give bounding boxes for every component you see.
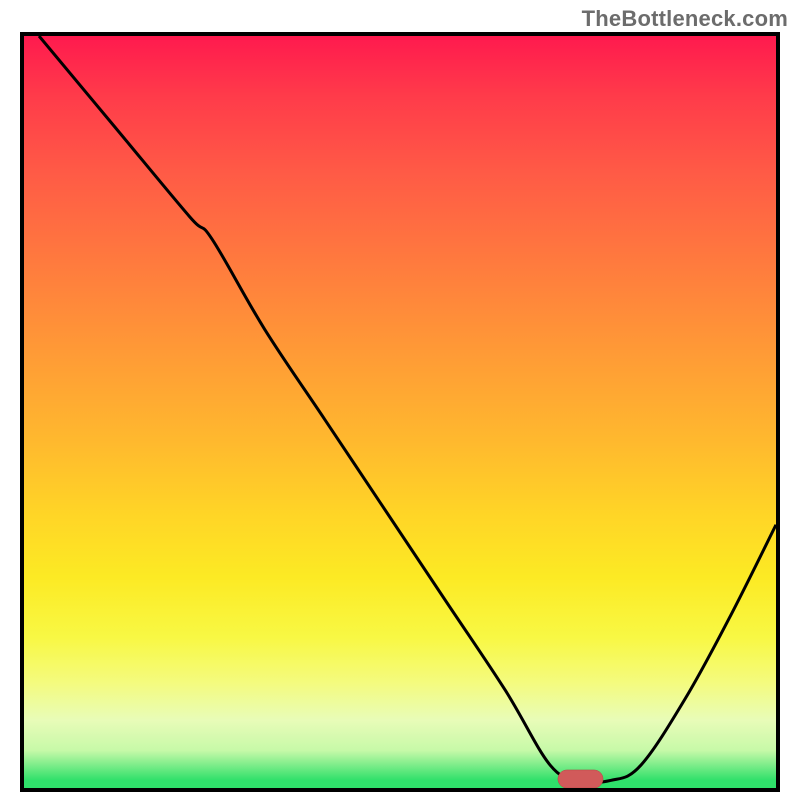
plot-inner <box>24 36 776 788</box>
watermark-text: TheBottleneck.com <box>582 6 788 32</box>
heat-gradient <box>24 36 776 788</box>
bottleneck-plot <box>20 32 780 792</box>
chart-container: TheBottleneck.com <box>0 0 800 800</box>
